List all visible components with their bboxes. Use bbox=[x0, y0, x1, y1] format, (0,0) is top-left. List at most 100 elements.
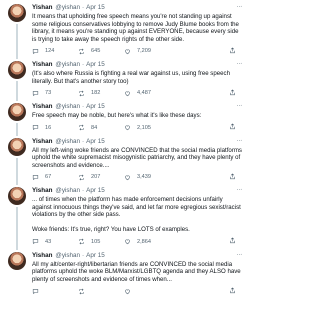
author-name[interactable]: Yishan bbox=[32, 252, 52, 259]
tweet-time[interactable]: Apr 15 bbox=[86, 103, 105, 110]
retweet-icon bbox=[79, 124, 84, 131]
like-button[interactable]: 3,439 bbox=[124, 174, 170, 181]
author-handle[interactable]: @yishan bbox=[55, 187, 80, 194]
separator-dot: · bbox=[82, 103, 85, 110]
tweet[interactable]: Yishan @yishan · Apr 15 ··· It means tha… bbox=[0, 0, 250, 59]
reply-button[interactable]: 67 bbox=[32, 174, 78, 181]
like-button[interactable]: 7,209 bbox=[124, 48, 170, 55]
tweet-actions: 43 105 2,864 bbox=[32, 236, 244, 248]
more-options-icon[interactable]: ··· bbox=[236, 186, 242, 193]
avatar[interactable] bbox=[8, 137, 26, 156]
reply-count: 124 bbox=[45, 48, 55, 54]
tweet-text: It means that upholding free speech mean… bbox=[32, 13, 239, 43]
avatar[interactable] bbox=[8, 61, 26, 79]
reply-button[interactable]: 43 bbox=[32, 238, 78, 245]
more-options-icon[interactable]: ··· bbox=[236, 3, 242, 10]
avatar[interactable] bbox=[8, 187, 26, 205]
more-options-icon[interactable]: ··· bbox=[236, 102, 242, 109]
like-button[interactable]: 2,864 bbox=[124, 238, 170, 245]
tweet-actions bbox=[32, 285, 244, 297]
tweet-time[interactable]: Apr 15 bbox=[86, 187, 105, 194]
retweet-button[interactable] bbox=[78, 288, 124, 295]
retweet-button[interactable]: 84 bbox=[78, 124, 124, 131]
separator-dot: · bbox=[82, 4, 85, 11]
author-handle[interactable]: @yishan bbox=[55, 103, 80, 110]
share-icon bbox=[230, 123, 235, 130]
author-name[interactable]: Yishan bbox=[32, 4, 52, 11]
share-icon bbox=[230, 88, 235, 95]
reply-button[interactable]: 124 bbox=[32, 48, 78, 55]
heart-icon bbox=[125, 91, 130, 96]
author-handle[interactable]: @yishan bbox=[55, 252, 80, 259]
reply-count: 67 bbox=[45, 174, 52, 180]
heart-icon bbox=[125, 49, 130, 54]
tweet-header: Yishan @yishan · Apr 15 bbox=[32, 102, 244, 111]
share-icon bbox=[230, 46, 235, 53]
retweet-count: 645 bbox=[91, 48, 101, 54]
tweet[interactable]: Yishan @yishan · Apr 15 ··· ... of times… bbox=[0, 183, 250, 250]
tweet[interactable]: Yishan @yishan · Apr 15 ··· (It's also w… bbox=[0, 57, 250, 101]
tweet-time[interactable]: Apr 15 bbox=[86, 61, 105, 68]
like-count: 2,864 bbox=[137, 238, 151, 245]
retweet-button[interactable]: 645 bbox=[78, 48, 124, 55]
more-options-icon[interactable]: ··· bbox=[236, 137, 242, 144]
tweet-header: Yishan @yishan · Apr 15 bbox=[32, 60, 244, 69]
tweet-time[interactable]: Apr 15 bbox=[86, 138, 105, 145]
like-count: 2,105 bbox=[137, 124, 151, 131]
like-button[interactable]: 2,105 bbox=[124, 124, 170, 131]
tweet[interactable]: Yishan @yishan · Apr 15 ··· All my alt/c… bbox=[0, 248, 250, 298]
share-button[interactable] bbox=[229, 237, 236, 246]
author-name[interactable]: Yishan bbox=[32, 187, 52, 194]
author-name[interactable]: Yishan bbox=[32, 103, 52, 110]
author-handle[interactable]: @yishan bbox=[55, 4, 80, 11]
share-button[interactable] bbox=[229, 46, 236, 56]
retweet-button[interactable]: 207 bbox=[78, 174, 124, 181]
tweet[interactable]: Yishan @yishan · Apr 15 ··· All my left-… bbox=[0, 134, 250, 185]
retweet-button[interactable]: 182 bbox=[78, 90, 124, 97]
more-options-icon[interactable]: ··· bbox=[236, 60, 242, 67]
avatar[interactable] bbox=[8, 251, 26, 270]
thread-connector-line bbox=[16, 81, 18, 101]
thread-connector-line bbox=[16, 24, 18, 59]
retweet-button[interactable]: 105 bbox=[78, 238, 124, 245]
reply-button[interactable]: 73 bbox=[32, 90, 78, 97]
heart-icon bbox=[125, 125, 130, 131]
share-button[interactable] bbox=[229, 172, 236, 182]
share-button[interactable] bbox=[229, 88, 236, 98]
like-button[interactable] bbox=[124, 288, 170, 295]
tweet[interactable]: Yishan @yishan · Apr 15 ··· Free speech … bbox=[0, 99, 250, 136]
reply-count: 73 bbox=[45, 90, 52, 96]
like-button[interactable]: 4,487 bbox=[124, 90, 170, 97]
author-handle[interactable]: @yishan bbox=[55, 61, 80, 68]
separator-dot: · bbox=[82, 251, 85, 259]
tweet-actions: 73 182 4,487 bbox=[32, 87, 244, 99]
reply-icon bbox=[32, 90, 39, 96]
avatar[interactable] bbox=[8, 4, 26, 22]
like-count: 7,209 bbox=[137, 48, 151, 54]
tweet-time[interactable]: Apr 15 bbox=[86, 4, 105, 11]
thread-feed: Yishan @yishan · Apr 15 ··· It means tha… bbox=[0, 0, 250, 320]
author-name[interactable]: Yishan bbox=[32, 61, 52, 68]
reply-count: 43 bbox=[45, 238, 52, 245]
share-button[interactable] bbox=[229, 286, 236, 296]
author-handle[interactable]: @yishan bbox=[55, 138, 80, 145]
reply-button[interactable] bbox=[32, 288, 78, 295]
avatar[interactable] bbox=[8, 103, 26, 121]
reply-icon bbox=[32, 125, 39, 131]
tweet-header: Yishan @yishan · Apr 15 bbox=[32, 137, 244, 146]
reply-icon bbox=[32, 48, 39, 54]
like-count: 4,487 bbox=[137, 90, 151, 96]
retweet-icon bbox=[79, 48, 84, 54]
reply-button[interactable]: 16 bbox=[32, 124, 78, 131]
tweet-time[interactable]: Apr 15 bbox=[86, 252, 105, 259]
author-name[interactable]: Yishan bbox=[32, 138, 52, 145]
retweet-count: 182 bbox=[91, 90, 101, 96]
retweet-count: 84 bbox=[91, 124, 98, 131]
reply-icon bbox=[32, 174, 39, 180]
share-button[interactable] bbox=[229, 123, 236, 132]
separator-dot: · bbox=[82, 61, 85, 68]
share-icon bbox=[230, 172, 235, 179]
heart-icon bbox=[125, 289, 130, 294]
tweet-actions: 16 84 2,105 bbox=[32, 122, 244, 134]
more-options-icon[interactable]: ··· bbox=[236, 251, 242, 258]
